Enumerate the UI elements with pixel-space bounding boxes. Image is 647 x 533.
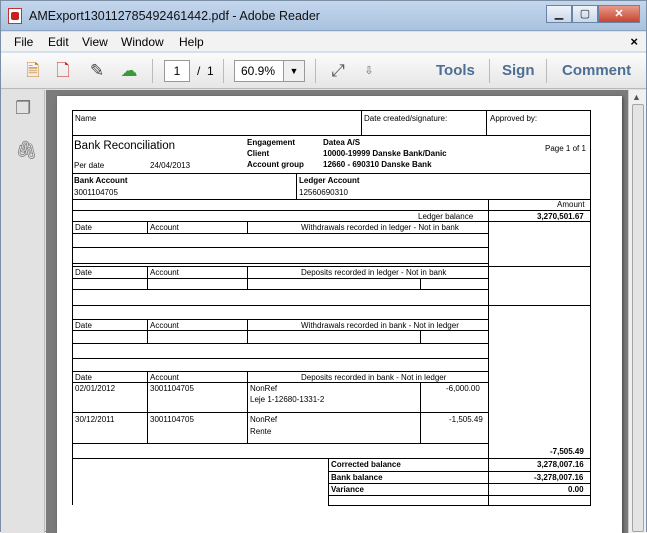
- bank-balance-label: Bank balance: [331, 473, 383, 482]
- row1-date: 02/01/2012: [75, 384, 116, 393]
- corrected-balance-label: Corrected balance: [331, 460, 401, 469]
- s2-title: Deposits recorded in ledger - Not in ban…: [301, 268, 447, 277]
- menu-file[interactable]: File: [14, 35, 33, 49]
- corrected-balance-value: 3,278,007.16: [537, 460, 584, 469]
- menu-help[interactable]: Help: [179, 35, 204, 49]
- scroll-thumb[interactable]: [632, 104, 644, 532]
- s3-title: Withdrawals recorded in bank - Not in le…: [301, 321, 459, 330]
- row2-text2: Rente: [250, 427, 272, 436]
- zoom-dropdown[interactable]: ▼: [283, 60, 305, 82]
- s4-date-header: Date: [75, 373, 92, 382]
- document-viewer[interactable]: Name Date created/signature: Approved by…: [46, 90, 628, 533]
- close-document-icon[interactable]: ×: [630, 34, 638, 49]
- account-group-label: Account group: [247, 160, 304, 169]
- client-label: Client: [247, 149, 270, 158]
- s1-date-header: Date: [75, 223, 92, 232]
- pdf-page: Name Date created/signature: Approved by…: [57, 96, 622, 533]
- row2-date: 30/12/2011: [75, 415, 115, 424]
- row2-amount: -1,505.49: [449, 415, 483, 424]
- row1-account: 3001104705: [150, 384, 194, 393]
- s3-date-header: Date: [75, 321, 92, 330]
- more-tools-icon[interactable]: ⇩: [359, 61, 379, 81]
- variance-value: 0.00: [568, 485, 584, 494]
- app-window: AMExport130112785492461442.pdf - Adobe R…: [0, 0, 647, 533]
- row2-text1: NonRef: [250, 415, 278, 424]
- date-created-label: Date created/signature:: [364, 114, 448, 123]
- per-date-value: 24/04/2013: [150, 161, 191, 170]
- page-separator: /: [197, 64, 201, 78]
- page-thumbnails-icon[interactable]: ❐: [15, 98, 31, 119]
- upload-cloud-icon[interactable]: ☁: [119, 61, 139, 81]
- approved-by-label: Approved by:: [490, 114, 538, 123]
- fullscreen-icon[interactable]: ⤢: [328, 61, 348, 81]
- toolbar: 🗎 🗋 ✎ ☁ 1 / 1 60.9% ▼ ⤢ ⇩ Tools Sign Com…: [1, 53, 646, 89]
- report-title: Bank Reconciliation: [74, 140, 176, 152]
- s4-total: -7,505.49: [550, 447, 584, 456]
- per-date-label: Per date: [74, 161, 105, 170]
- engagement-value: Datea A/S: [323, 138, 361, 147]
- minimize-button[interactable]: ▁: [546, 5, 572, 23]
- bank-account-label: Bank Account: [74, 176, 128, 185]
- menu-view[interactable]: View: [82, 35, 108, 49]
- account-group-value: 12660 - 690310 Danske Bank: [323, 160, 432, 169]
- ledger-account-label: Ledger Account: [299, 176, 360, 185]
- edit-document-icon[interactable]: ✎: [87, 61, 107, 81]
- s2-account-header: Account: [150, 268, 179, 277]
- s2-date-header: Date: [75, 268, 92, 277]
- amount-header: Amount: [557, 200, 585, 209]
- s3-account-header: Account: [150, 321, 179, 330]
- ledger-account-value: 12560690310: [299, 188, 348, 197]
- variance-label: Variance: [331, 485, 364, 494]
- s4-title: Deposits recorded in bank - Not in ledge…: [301, 373, 447, 382]
- s1-account-header: Account: [150, 223, 179, 232]
- maximize-button[interactable]: ▢: [572, 5, 598, 23]
- comment-button[interactable]: Comment: [562, 62, 631, 79]
- menu-window[interactable]: Window: [121, 35, 164, 49]
- close-button[interactable]: ✕: [598, 5, 640, 23]
- zoom-input[interactable]: 60.9%: [234, 60, 284, 82]
- row2-account: 3001104705: [150, 415, 194, 424]
- page-counter: Page 1 of 1: [545, 144, 586, 153]
- attachments-icon[interactable]: 🖇: [15, 140, 38, 161]
- s1-title: Withdrawals recorded in ledger - Not in …: [301, 223, 459, 232]
- scroll-up-icon[interactable]: ▲: [632, 92, 641, 102]
- s4-account-header: Account: [150, 373, 179, 382]
- tools-button[interactable]: Tools: [436, 62, 475, 79]
- row1-amount: -6,000.00: [446, 384, 480, 393]
- title-bar: AMExport130112785492461442.pdf - Adobe R…: [1, 1, 646, 31]
- page-number-input[interactable]: 1: [164, 60, 190, 82]
- row1-text2: Leje 1-12680-1331-2: [250, 395, 325, 404]
- menu-edit[interactable]: Edit: [48, 35, 69, 49]
- menu-bar: File Edit View Window Help ×: [1, 32, 646, 52]
- ledger-balance-label: Ledger balance: [418, 212, 474, 221]
- ledger-balance-value: 3,270,501.67: [537, 212, 584, 221]
- engagement-label: Engagement: [247, 138, 296, 147]
- vertical-scrollbar[interactable]: ▲: [628, 90, 646, 533]
- name-label: Name: [75, 114, 97, 123]
- row1-text1: NonRef: [250, 384, 278, 393]
- window-title: AMExport130112785492461442.pdf - Adobe R…: [29, 9, 320, 23]
- sign-button[interactable]: Sign: [502, 62, 535, 79]
- create-pdf-icon[interactable]: 🗋: [53, 61, 73, 81]
- client-value: 10000-19999 Danske Bank/Danic: [323, 149, 447, 158]
- bank-account-value: 3001104705: [74, 188, 118, 197]
- pdf-icon: [8, 8, 22, 24]
- page-total: 1: [207, 64, 214, 78]
- open-file-icon[interactable]: 🗎: [23, 61, 43, 81]
- navigation-pane: ❐ 🖇: [1, 90, 45, 533]
- bank-balance-value: -3,278,007.16: [534, 473, 584, 482]
